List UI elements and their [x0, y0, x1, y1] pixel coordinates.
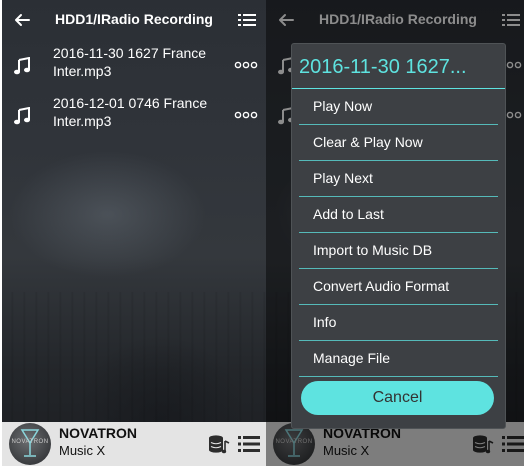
menu-item-label: Play Now [313, 98, 373, 114]
menu-item-info[interactable]: Info [292, 305, 505, 341]
file-options-dialog: 2016-11-30 1627... Play Now Clear & Play… [291, 43, 506, 429]
player-brand: NOVATRON [59, 425, 138, 441]
player-subtitle: Music X [59, 443, 106, 458]
divider [299, 376, 498, 377]
menu-item-import-to-music-db[interactable]: Import to Music DB [292, 233, 505, 269]
more-options-icon[interactable] [234, 111, 258, 119]
menu-item-label: Import to Music DB [313, 242, 433, 258]
menu-item-play-now[interactable]: Play Now [292, 89, 505, 125]
file-name-line2: Inter.mp3 [53, 113, 112, 129]
more-options-icon[interactable] [234, 61, 258, 69]
menu-item-label: Play Next [313, 170, 373, 186]
menu-item-convert-audio-format[interactable]: Convert Audio Format [292, 269, 505, 305]
app-logo: NOVATRON [9, 423, 51, 465]
back-arrow-icon[interactable] [12, 10, 32, 30]
file-name-line2: Inter.mp3 [53, 63, 112, 79]
menu-item-label: Info [313, 314, 337, 330]
dialog-title: 2016-11-30 1627... [299, 56, 467, 78]
menu-item-manage-file[interactable]: Manage File [292, 341, 505, 377]
menu-item-clear-play-now[interactable]: Clear & Play Now [292, 125, 505, 161]
file-name: 2016-12-01 0746 France Inter.mp3 [53, 94, 233, 130]
now-playing-bar[interactable]: NOVATRON NOVATRON Music X [2, 422, 266, 466]
file-options-screen: HDD1/IRadio Recording NOVATRON NOVATRON … [266, 0, 524, 466]
cancel-button[interactable]: Cancel [301, 381, 494, 415]
file-list-item[interactable]: 2016-11-30 1627 France Inter.mp3 [2, 44, 266, 88]
file-list-item[interactable]: 2016-12-01 0746 France Inter.mp3 [2, 94, 266, 138]
playlist-icon[interactable] [238, 434, 260, 454]
menu-item-label: Add to Last [313, 206, 384, 222]
menu-item-label: Convert Audio Format [313, 278, 450, 294]
file-browser-screen: HDD1/IRadio Recording 2016-11-30 1627 Fr… [2, 0, 266, 466]
menu-item-label: Manage File [313, 350, 391, 366]
file-name: 2016-11-30 1627 France Inter.mp3 [53, 44, 233, 80]
file-name-line1: 2016-11-30 1627 France [53, 45, 207, 61]
menu-item-play-next[interactable]: Play Next [292, 161, 505, 197]
page-title: HDD1/IRadio Recording [55, 11, 213, 27]
music-note-icon [14, 107, 30, 125]
top-bar: HDD1/IRadio Recording [2, 0, 266, 40]
logo-text: NOVATRON [11, 439, 49, 445]
file-name-line1: 2016-12-01 0746 France [53, 95, 208, 111]
menu-item-add-to-last[interactable]: Add to Last [292, 197, 505, 233]
menu-item-label: Clear & Play Now [313, 134, 423, 150]
music-note-icon [14, 57, 30, 75]
database-music-icon[interactable] [208, 433, 230, 455]
list-menu-icon[interactable] [238, 12, 256, 28]
